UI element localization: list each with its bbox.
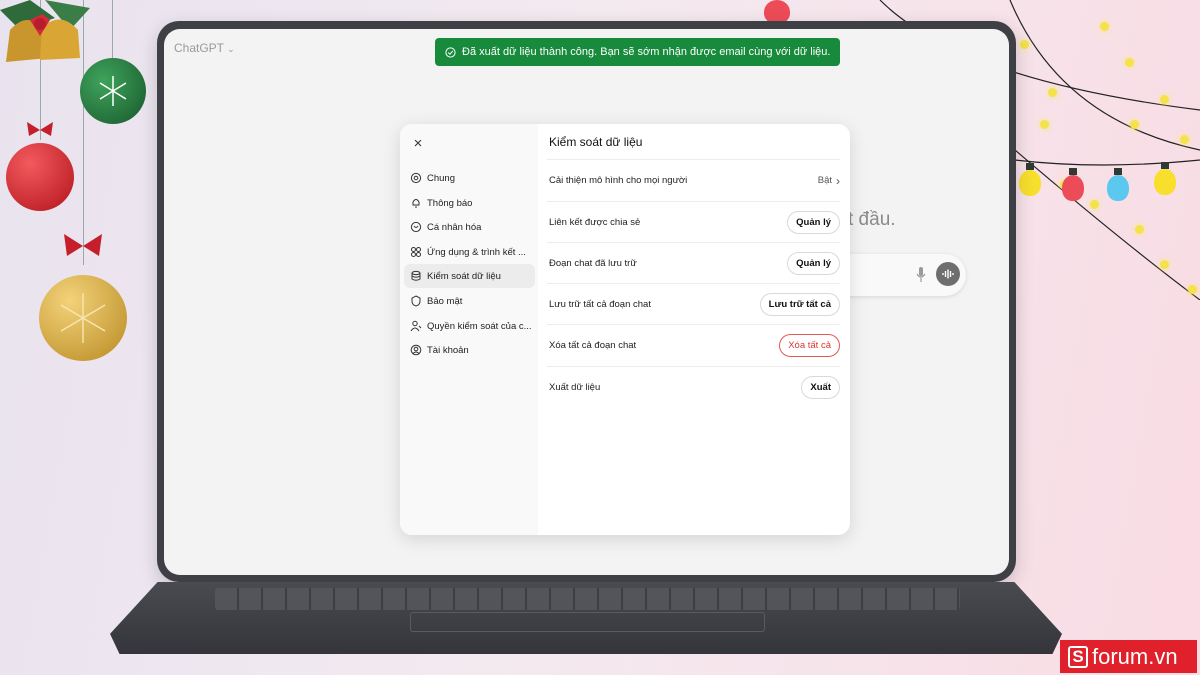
- model-selector[interactable]: ChatGPT ⌄: [174, 41, 235, 55]
- chevron-down-icon: ⌄: [227, 44, 235, 54]
- settings-row-delete-all: Xóa tất cả đoạn chat Xóa tất cả: [547, 325, 840, 366]
- row-label: Đoạn chat đã lưu trữ: [549, 258, 637, 269]
- row-label: Xuất dữ liệu: [549, 382, 601, 393]
- nav-item-label: Cá nhân hóa: [427, 221, 482, 233]
- nav-item-label: Kiểm soát dữ liệu: [427, 270, 501, 282]
- settings-row-shared-links: Liên kết được chia sẻ Quản lý: [547, 202, 840, 243]
- nav-item-chung[interactable]: Chung: [404, 166, 535, 190]
- nav-item-label: Bảo mật: [427, 295, 463, 307]
- success-toast: Đã xuất dữ liệu thành công. Bạn sẽ sớm n…: [435, 38, 841, 66]
- row-label: Lưu trữ tất cả đoạn chat: [549, 299, 651, 310]
- brand-mark: S: [1068, 645, 1088, 668]
- nav-item-tai-khoan[interactable]: Tài khoản: [404, 338, 535, 362]
- settings-title: Kiểm soát dữ liệu: [549, 135, 643, 149]
- nav-item-bao-mat[interactable]: Bảo mật: [404, 289, 535, 313]
- database-icon: [411, 270, 421, 281]
- red-bulb-icon: [1062, 175, 1084, 201]
- delete-all-button[interactable]: Xóa tất cả: [779, 334, 840, 357]
- nav-item-kiem-soat-du-lieu[interactable]: Kiểm soát dữ liệu: [404, 264, 535, 288]
- green-bauble-icon: [80, 58, 146, 124]
- settings-row-archived-chats: Đoạn chat đã lưu trữ Quản lý: [547, 243, 840, 284]
- nav-item-ca-nhan-hoa[interactable]: Cá nhân hóa: [404, 215, 535, 239]
- nav-item-label: Quyền kiểm soát của c...: [427, 320, 532, 332]
- model-selector-label: ChatGPT: [174, 41, 224, 55]
- export-button[interactable]: Xuất: [801, 376, 840, 399]
- app-window: ChatGPT ⌄ t đầu. Đã xuất dữ liệu thành c…: [164, 29, 1009, 575]
- voice-mode-button[interactable]: [936, 262, 960, 286]
- brand-name: forum.vn: [1092, 643, 1178, 669]
- brand-logo: S forum.vn: [1060, 640, 1197, 673]
- parental-control-icon: [410, 320, 422, 332]
- settings-content: Kiểm soát dữ liệu Cải thiện mô hình cho …: [538, 124, 850, 535]
- security-icon: [411, 295, 421, 307]
- improve-model-status: Bật: [817, 175, 832, 186]
- toast-message: Đã xuất dữ liệu thành công. Bạn sẽ sớm n…: [462, 46, 831, 58]
- settings-sidebar: × Chung Thông báo Cá nhân hóa Ứng dụng &…: [400, 124, 538, 535]
- nav-item-thong-bao[interactable]: Thông báo: [404, 191, 535, 215]
- row-label: Liên kết được chia sẻ: [549, 217, 641, 228]
- red-bow-icon: [27, 122, 53, 136]
- row-label: Xóa tất cả đoạn chat: [549, 340, 637, 351]
- laptop-trackpad: [410, 612, 765, 632]
- blue-bulb-icon: [1107, 175, 1129, 201]
- personalization-icon: [410, 221, 422, 233]
- nav-item-label: Thông báo: [427, 197, 473, 209]
- gear-icon: [410, 172, 422, 184]
- improve-model-value[interactable]: Bật ›: [818, 174, 840, 188]
- apps-icon: [411, 247, 421, 257]
- manage-shared-links-button[interactable]: Quản lý: [787, 211, 840, 234]
- laptop-keyboard: [215, 588, 960, 610]
- row-label: Cải thiện mô hình cho mọi người: [549, 175, 688, 186]
- welcome-heading: t đầu.: [848, 209, 896, 230]
- settings-row-export: Xuất dữ liệu Xuất: [547, 367, 840, 408]
- nav-item-label: Chung: [427, 172, 455, 184]
- manage-archived-chats-button[interactable]: Quản lý: [787, 252, 840, 275]
- nav-item-label: Ứng dụng & trình kết ...: [427, 246, 526, 258]
- gold-bauble-icon: [39, 275, 127, 361]
- bell-icon: [412, 199, 420, 208]
- nav-item-quyen-kiem-soat[interactable]: Quyền kiểm soát của c...: [404, 314, 535, 338]
- check-circle-icon: [445, 46, 456, 58]
- yellow-bulb-icon: [1019, 170, 1041, 196]
- account-icon: [410, 344, 422, 356]
- chevron-right-icon: ›: [836, 173, 840, 188]
- red-bauble-icon: [6, 143, 74, 211]
- close-button[interactable]: ×: [410, 136, 426, 152]
- nav-item-ung-dung[interactable]: Ứng dụng & trình kết ...: [404, 240, 535, 264]
- archive-all-button[interactable]: Lưu trữ tất cả: [759, 293, 840, 316]
- settings-row-improve-model[interactable]: Cải thiện mô hình cho mọi người Bật ›: [547, 160, 840, 201]
- microphone-icon[interactable]: [916, 267, 926, 283]
- settings-dialog: × Chung Thông báo Cá nhân hóa Ứng dụng &…: [400, 124, 850, 535]
- red-bow-icon: [64, 234, 102, 256]
- waveform-icon: [942, 269, 954, 279]
- settings-row-archive-all: Lưu trữ tất cả đoạn chat Lưu trữ tất cả: [547, 284, 840, 325]
- yellow-bulb-icon: [1154, 169, 1176, 195]
- nav-item-label: Tài khoản: [427, 344, 469, 356]
